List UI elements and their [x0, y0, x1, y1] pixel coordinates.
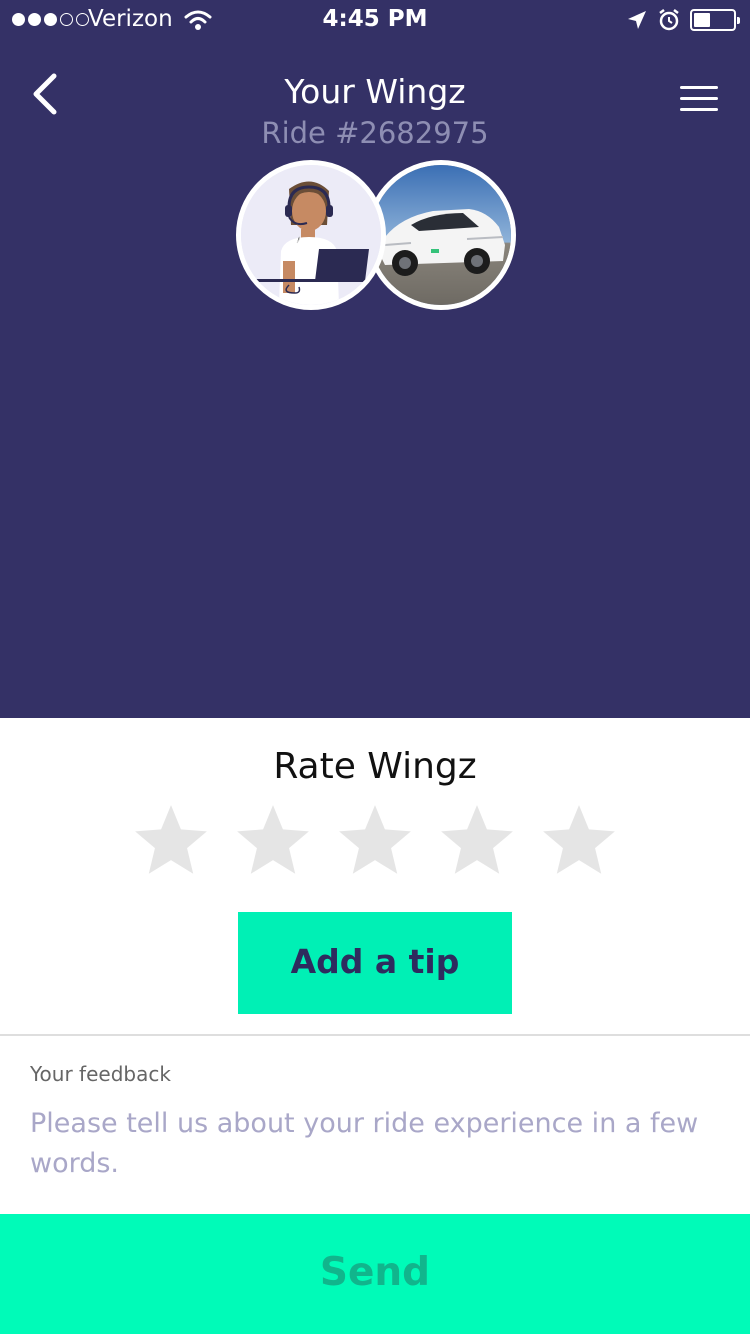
- ride-number: Ride #2682975: [261, 116, 489, 150]
- star-icon-5[interactable]: [538, 800, 620, 882]
- send-button[interactable]: Send: [0, 1214, 750, 1334]
- star-rating[interactable]: [130, 800, 620, 884]
- hamburger-menu-icon[interactable]: [680, 86, 720, 116]
- feedback-label: Your feedback: [30, 1062, 171, 1086]
- divider: [0, 1034, 750, 1036]
- star-icon-3[interactable]: [334, 800, 416, 882]
- alarm-clock-icon: [659, 9, 679, 31]
- location-arrow-icon: [628, 11, 646, 29]
- star-icon-1[interactable]: [130, 800, 212, 882]
- support-agent-illustration: [241, 165, 381, 305]
- battery-icon: [690, 9, 740, 31]
- page-title: Your Wingz: [284, 72, 466, 111]
- star-icon-2[interactable]: [232, 800, 314, 882]
- vehicle-photo: [366, 160, 516, 310]
- status-bar: Verizon 4:45 PM: [0, 0, 750, 40]
- add-tip-button[interactable]: Add a tip: [238, 912, 512, 1014]
- white-car-illustration: [371, 165, 511, 305]
- feedback-input[interactable]: [30, 1104, 710, 1204]
- star-icon-4[interactable]: [436, 800, 518, 882]
- driver-avatar: [236, 160, 386, 310]
- rate-title: Rate Wingz: [273, 746, 477, 787]
